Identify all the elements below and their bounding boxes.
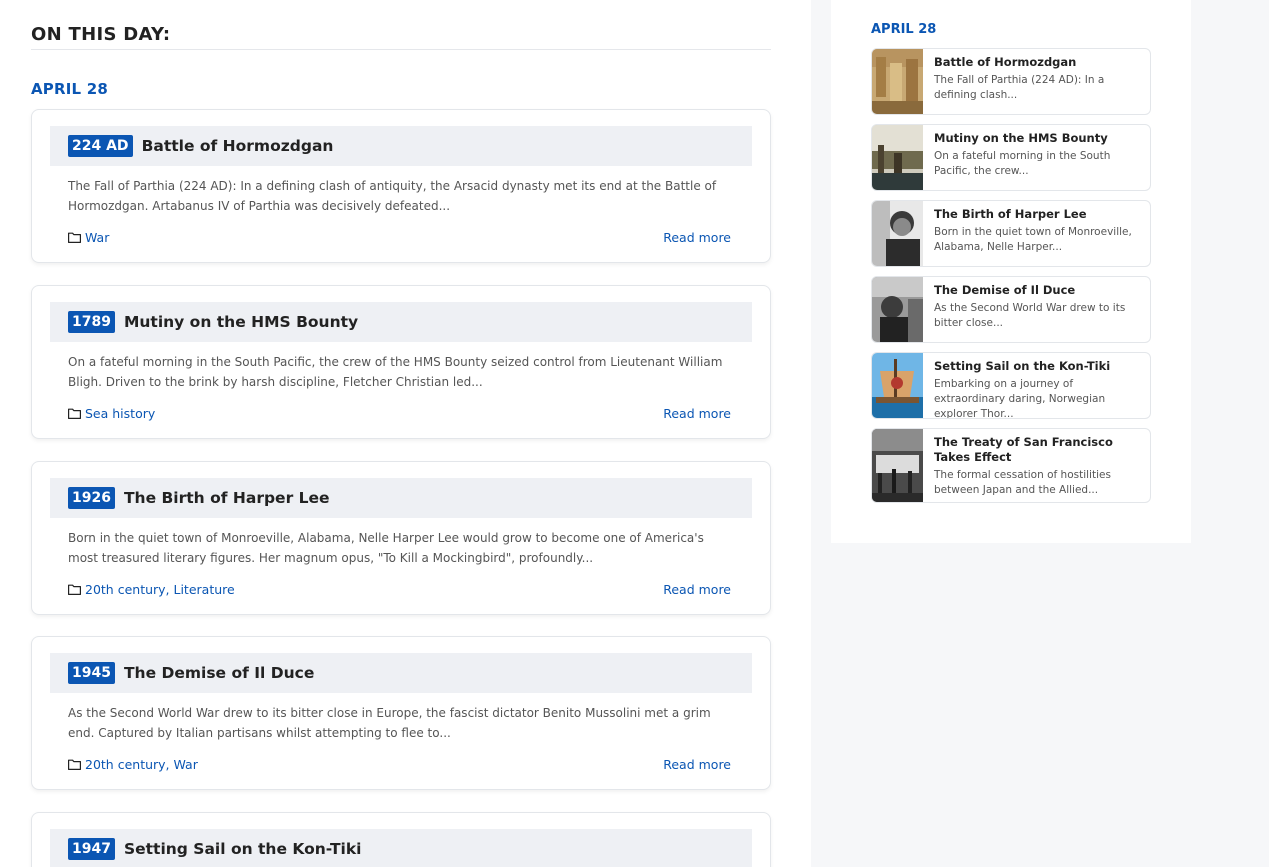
card-header: 1945 The Demise of Il Duce: [50, 653, 752, 693]
read-more-link[interactable]: Read more: [663, 230, 731, 245]
folder-icon: [68, 408, 81, 419]
card-header: 224 AD Battle of Hormozdgan: [50, 126, 752, 166]
sidebar-item[interactable]: Battle of Hormozdgan The Fall of Parthia…: [871, 48, 1151, 115]
sidebar-item-excerpt: Born in the quiet town of Monroeville, A…: [934, 226, 1132, 253]
sidebar-item-title: The Birth of Harper Lee: [934, 207, 1087, 221]
card-footer: 20th century, Literature Read more: [68, 580, 731, 598]
thumbnail-image: [872, 429, 923, 502]
read-more-link[interactable]: Read more: [663, 757, 731, 772]
card-excerpt: The Fall of Parthia (224 AD): In a defin…: [68, 179, 717, 213]
category-link[interactable]: Sea history: [85, 406, 155, 421]
card-title-link[interactable]: The Birth of Harper Lee: [124, 489, 330, 507]
card-title-link[interactable]: Battle of Hormozdgan: [142, 137, 334, 155]
sidebar-item-excerpt: The Fall of Parthia (224 AD): In a defin…: [934, 74, 1105, 101]
year-badge: 1945: [68, 662, 115, 684]
folder-icon: [68, 759, 81, 770]
event-card: 224 AD Battle of Hormozdgan The Fall of …: [31, 109, 771, 263]
sidebar-item-title: Setting Sail on the Kon-Tiki: [934, 359, 1111, 373]
thumbnail-image: [872, 353, 923, 418]
thumbnail-image: [872, 125, 923, 190]
card-footer: 20th century, War Read more: [68, 755, 731, 773]
sidebar: APRIL 28 Battle of Hormozdgan The Fall o…: [831, 0, 1191, 543]
sidebar-item-excerpt: As the Second World War drew to its bitt…: [934, 302, 1126, 329]
year-badge: 1789: [68, 311, 115, 333]
read-more-link[interactable]: Read more: [663, 582, 731, 597]
card-header: 1926 The Birth of Harper Lee: [50, 478, 752, 518]
card-footer: War Read more: [68, 228, 731, 246]
main-content: ON THIS DAY: APRIL 28 224 AD Battle of H…: [0, 0, 811, 867]
thumbnail-image: [872, 277, 923, 342]
sidebar-item-title: The Demise of Il Duce: [934, 283, 1076, 297]
sidebar-item[interactable]: The Birth of Harper Lee Born in the quie…: [871, 200, 1151, 267]
category-link[interactable]: War: [85, 230, 109, 245]
event-card: 1789 Mutiny on the HMS Bounty On a fatef…: [31, 285, 771, 439]
category-list: 20th century, Literature: [68, 582, 235, 597]
category-link[interactable]: 20th century, War: [85, 757, 198, 772]
folder-icon: [68, 232, 81, 243]
thumbnail-image: [872, 201, 923, 266]
card-title-link[interactable]: Setting Sail on the Kon-Tiki: [124, 840, 362, 858]
card-excerpt: As the Second World War drew to its bitt…: [68, 706, 711, 740]
sidebar-item-excerpt: The formal cessation of hostilities betw…: [934, 469, 1111, 496]
sidebar-item-title: Battle of Hormozdgan: [934, 55, 1077, 69]
year-badge: 224 AD: [68, 135, 133, 157]
category-list: 20th century, War: [68, 757, 198, 772]
sidebar-item[interactable]: Setting Sail on the Kon-Tiki Embarking o…: [871, 352, 1151, 419]
card-footer: Sea history Read more: [68, 404, 731, 422]
read-more-link[interactable]: Read more: [663, 406, 731, 421]
sidebar-item-title: Mutiny on the HMS Bounty: [934, 131, 1108, 145]
year-badge: 1947: [68, 838, 115, 860]
event-card: 1926 The Birth of Harper Lee Born in the…: [31, 461, 771, 615]
folder-icon: [68, 584, 81, 595]
card-header: 1947 Setting Sail on the Kon-Tiki: [50, 829, 752, 867]
sidebar-item-title: The Treaty of San Francisco Takes Effect: [934, 435, 1113, 464]
section-title: ON THIS DAY:: [31, 24, 771, 50]
sidebar-item-excerpt: Embarking on a journey of extraordinary …: [934, 378, 1106, 419]
event-card: 1945 The Demise of Il Duce As the Second…: [31, 636, 771, 790]
card-title-link[interactable]: Mutiny on the HMS Bounty: [124, 313, 358, 331]
category-link[interactable]: 20th century, Literature: [85, 582, 235, 597]
sidebar-item-excerpt: On a fateful morning in the South Pacifi…: [934, 150, 1111, 177]
category-list: Sea history: [68, 406, 155, 421]
sidebar-item[interactable]: Mutiny on the HMS Bounty On a fateful mo…: [871, 124, 1151, 191]
category-list: War: [68, 230, 109, 245]
card-excerpt: Born in the quiet town of Monroeville, A…: [68, 531, 704, 565]
event-card: 1947 Setting Sail on the Kon-Tiki: [31, 812, 771, 867]
card-excerpt: On a fateful morning in the South Pacifi…: [68, 355, 723, 389]
card-header: 1789 Mutiny on the HMS Bounty: [50, 302, 752, 342]
sidebar-date-heading: APRIL 28: [871, 22, 937, 37]
thumbnail-image: [872, 49, 923, 114]
year-badge: 1926: [68, 487, 115, 509]
date-heading: APRIL 28: [31, 80, 108, 98]
sidebar-item[interactable]: The Demise of Il Duce As the Second Worl…: [871, 276, 1151, 343]
card-title-link[interactable]: The Demise of Il Duce: [124, 664, 314, 682]
sidebar-item[interactable]: The Treaty of San Francisco Takes Effect…: [871, 428, 1151, 503]
